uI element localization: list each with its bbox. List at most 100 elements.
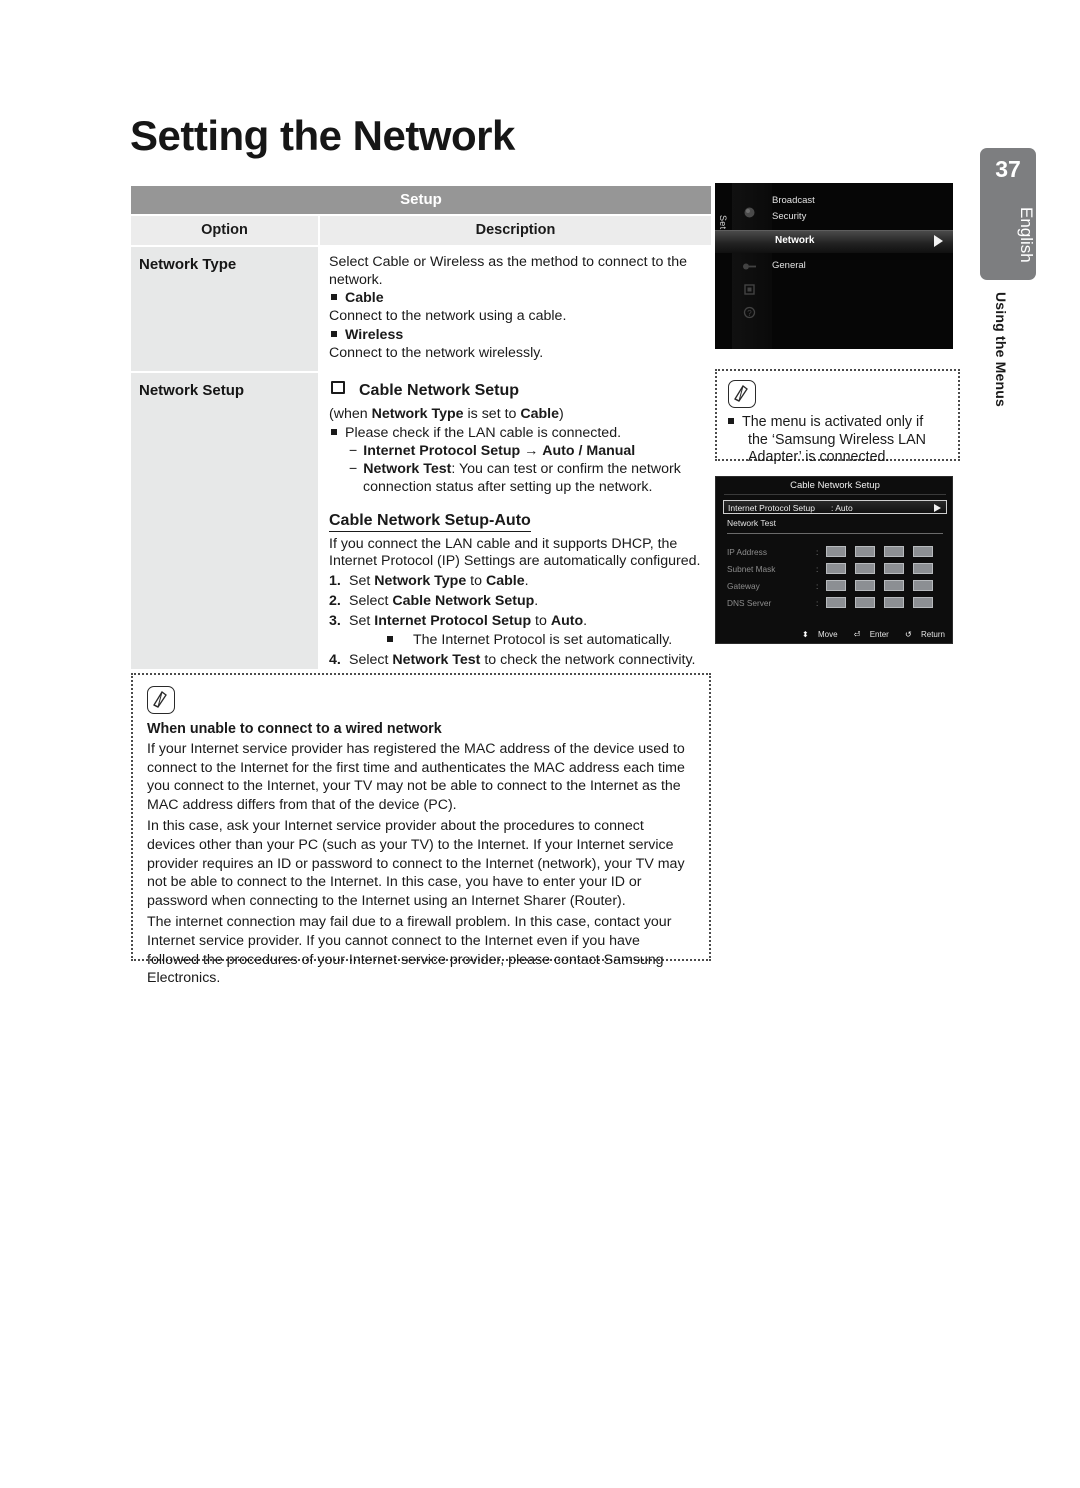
chevron-right-icon [934,235,943,247]
ip-octet-box[interactable] [884,546,904,557]
dash-icon: − [349,442,358,459]
page-number-tab: 37 English [980,148,1036,280]
dialog-title: Cable Network Setup [790,480,880,491]
chevron-right-icon [934,504,941,512]
table-row: Network Type Select Cable or Wireless as… [131,247,711,371]
internet-protocol-setup-row[interactable]: Internet Protocol Setup : Auto [723,500,947,514]
dialog-footer-hints: ⬍ Move ⏎ Enter ↺ Return [716,630,952,639]
network-type-wireless-head: Wireless [329,326,707,345]
menu-item-general[interactable]: General [772,260,806,271]
tv-setup-menu-screenshot: Setup ? Broadcast Security Network Gener… [715,183,953,349]
subnet-octet-box[interactable] [884,563,904,574]
field-label-dns-server: DNS Server [727,598,772,608]
page-language-label: English [1017,207,1036,263]
step-4: 4. Select Network Test to check the netwo… [329,651,696,668]
cable-network-setup-head: Cable Network Setup [329,381,707,400]
note-paragraph: In this case, ask your Internet service … [147,818,685,909]
page-number: 37 [995,156,1021,182]
cable-network-setup-auto-title: Cable Network Setup-Auto [329,512,531,532]
menu-list: Broadcast Security Network General [715,183,953,349]
network-type-cable-head: Cable [329,289,707,308]
side-note-item: The menu is activated only if the ‘Samsu… [728,414,947,467]
step-3-note: The Internet Protocol is set automatical… [329,631,707,650]
table-title: Setup [131,186,711,214]
lan-cable-check-bullet: Please check if the LAN cable is connect… [329,424,707,442]
note-pencil-icon [147,686,175,714]
subnet-octet-box[interactable] [913,563,933,574]
internet-protocol-setup-dash: − Internet Protocol Setup → Auto / Manual [349,442,636,459]
square-bullet-icon [728,418,734,424]
ip-octet-box[interactable] [826,546,846,557]
column-header-description: Description [320,216,711,245]
subnet-octet-box[interactable] [855,563,875,574]
gateway-octet-box[interactable] [826,580,846,591]
broadcast-icon [741,205,758,220]
column-header-option: Option [131,216,318,245]
square-bullet-icon [331,294,337,300]
square-bullet-icon [387,635,393,642]
svg-text:?: ? [747,309,752,318]
enter-key-icon: ⏎ [853,630,861,639]
internet-protocol-setup-label: Internet Protocol Setup [728,503,815,513]
menu-item-security[interactable]: Security [772,211,806,222]
manual-page: Setting the Network 37 English Using the… [0,0,1080,1488]
cable-network-setup-screenshot: Cable Network Setup Internet Protocol Se… [715,476,953,644]
dns-octet-box[interactable] [826,597,846,608]
updown-arrow-icon: ⬍ [802,630,809,639]
dialog-divider [724,494,946,495]
ip-octet-box[interactable] [913,546,933,557]
menu-item-network-highlight[interactable]: Network [715,230,953,253]
step-2: 2. Select Cable Network Setup. [329,592,539,609]
ip-octet-box[interactable] [855,546,875,557]
note-paragraph: If your Internet service provider has re… [147,741,685,813]
description-network-setup: Cable Network Setup (when Network Type i… [320,373,711,669]
square-bullet-icon [331,330,337,337]
step-1: 1. Set Network Type to Cable. [329,572,529,589]
field-colon: : [816,581,819,591]
square-bullet-icon [331,428,337,435]
move-hint: ⬍ Move [802,630,838,639]
step-3: 3. Set Internet Protocol Setup to Auto. [329,612,588,629]
menu-item-network-label: Network [775,234,815,246]
field-colon: : [816,564,819,574]
field-label-subnet-mask: Subnet Mask [727,564,776,574]
main-note-box: When unable to connect to a wired networ… [131,673,711,986]
return-hint: ↺ Return [905,630,945,639]
network-test-dash: − Network Test: You can test or confirm t… [349,460,681,495]
side-note-box: The menu is activated only if the ‘Samsu… [715,369,960,465]
cable-network-setup-auto-intro: If you connect the LAN cable and it supp… [329,535,701,570]
field-colon: : [816,598,819,608]
setup-table: Setup Option Description Network Type Se… [131,186,711,669]
option-network-setup: Network Setup [131,373,318,669]
subnet-octet-box[interactable] [826,563,846,574]
dash-icon: − [349,460,358,477]
enter-hint: ⏎ Enter [853,630,889,639]
gateway-octet-box[interactable] [884,580,904,591]
page-title: Setting the Network [130,112,515,159]
table-header-row: Option Description [131,216,711,245]
note-paragraph: The internet connection may fail due to … [147,914,672,987]
description-network-type: Select Cable or Wireless as the method t… [320,247,711,371]
hollow-square-icon [331,381,345,394]
note-pencil-icon [728,380,756,408]
dns-octet-box[interactable] [884,597,904,608]
general-icon [741,282,758,297]
dialog-section-divider [727,533,943,534]
network-type-wireless-text: Connect to the network wirelessly. [329,344,544,361]
menu-item-broadcast[interactable]: Broadcast [772,195,815,206]
option-network-type: Network Type [131,247,318,371]
network-test-row[interactable]: Network Test [727,518,776,528]
cable-network-setup-condition: (when Network Type is set to Cable) [329,406,564,422]
dns-octet-box[interactable] [913,597,933,608]
dns-octet-box[interactable] [855,597,875,608]
internet-protocol-setup-value: : Auto [831,503,853,513]
field-label-ip-address: IP Address [727,547,767,557]
field-label-gateway: Gateway [727,581,760,591]
field-colon: : [816,547,819,557]
network-icon [741,259,758,274]
network-type-intro: Select Cable or Wireless as the method t… [329,254,688,288]
gateway-octet-box[interactable] [913,580,933,591]
return-arrow-icon: ↺ [905,630,912,639]
gateway-octet-box[interactable] [855,580,875,591]
support-icon: ? [741,305,758,320]
